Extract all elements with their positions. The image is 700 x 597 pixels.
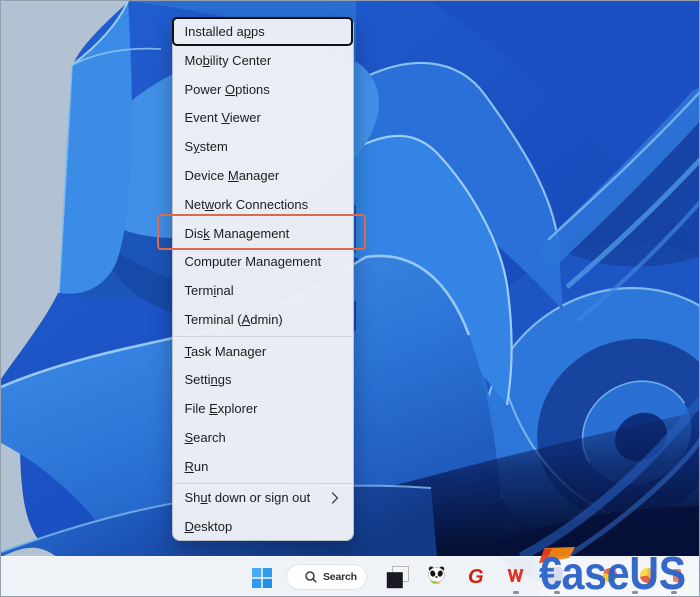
svg-text:G: G — [468, 566, 484, 587]
svg-text:€aseUS: €aseUS — [539, 549, 686, 597]
